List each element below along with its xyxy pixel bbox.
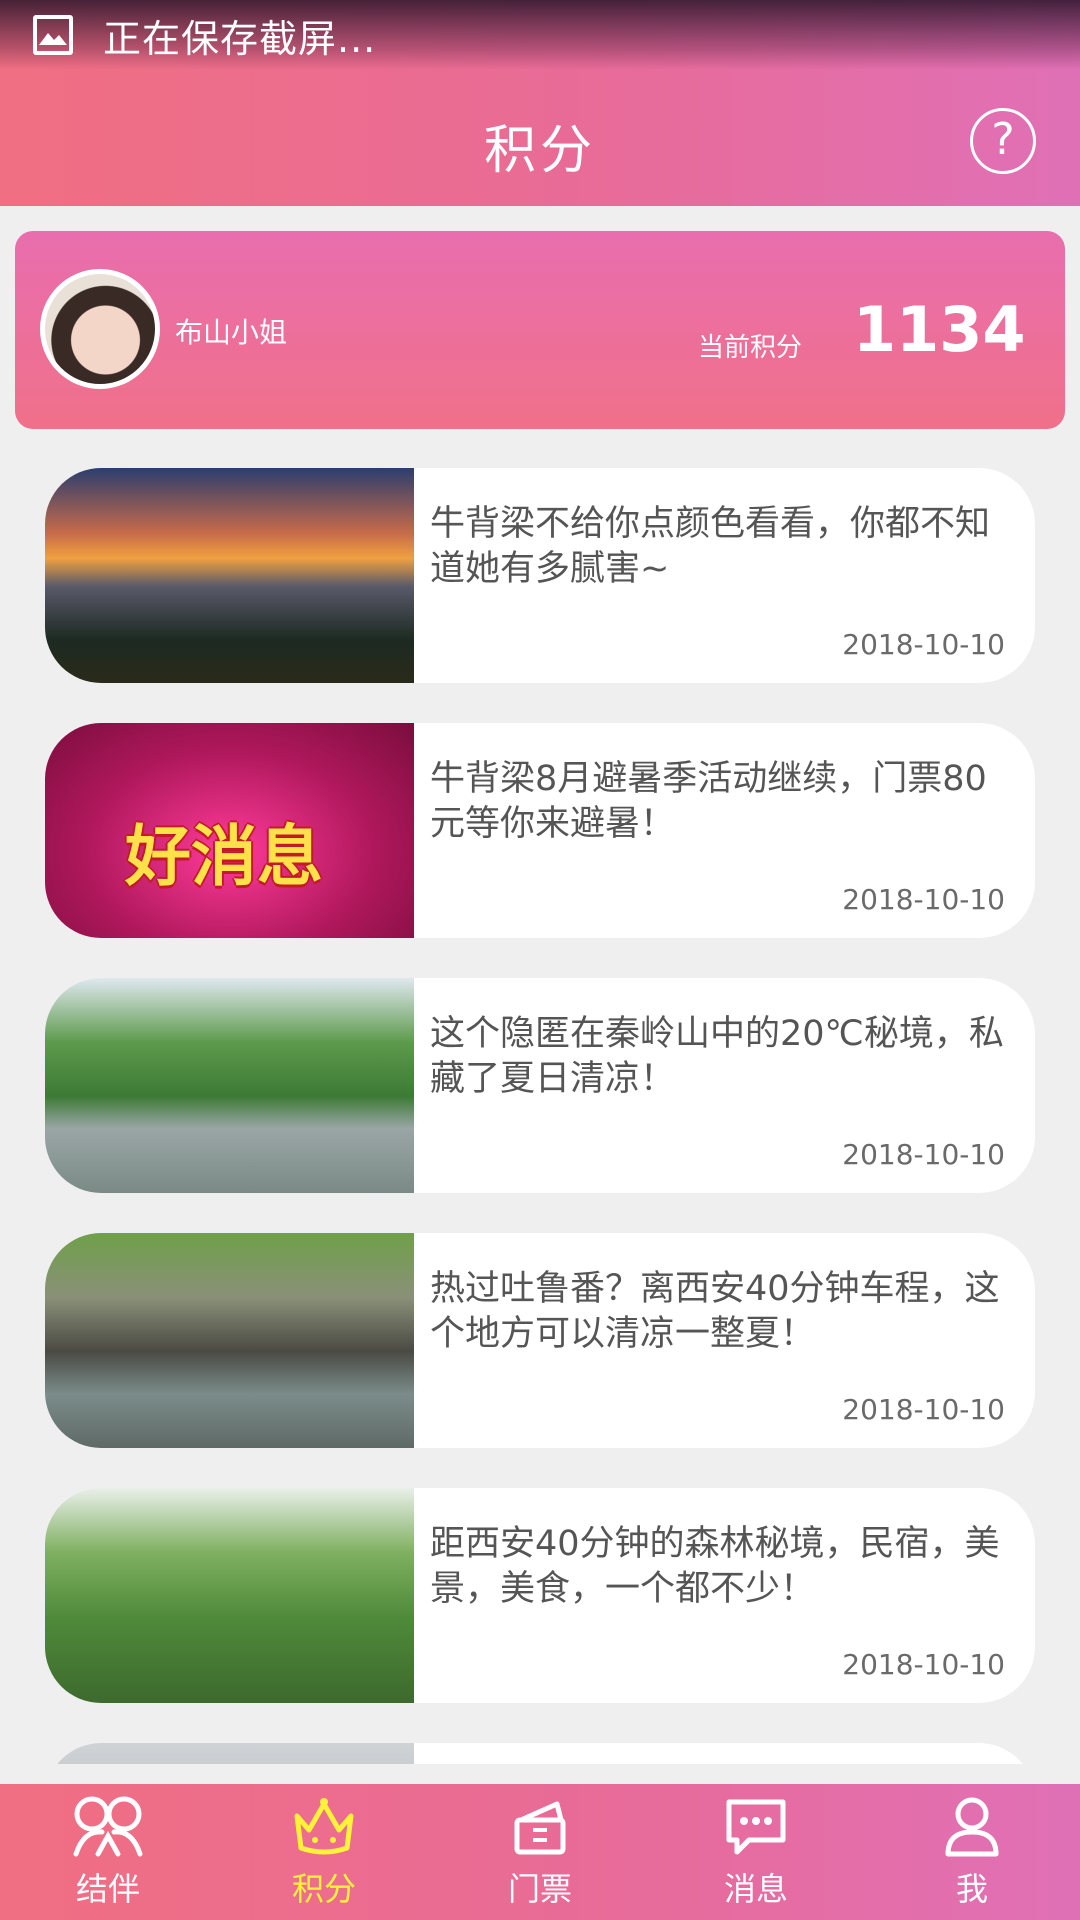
article-thumbnail: 好消息 (45, 723, 414, 938)
profile-card: 布山小姐 当前积分 1134 (15, 231, 1065, 429)
article-card[interactable]: 牛背梁不给你点颜色看看，你都不知道她有多腻害~ 2018-10-10 (45, 468, 1035, 683)
app-header: 正在保存截屏... 积分 ? (0, 0, 1080, 206)
nav-label: 门票 (507, 1870, 572, 1908)
nav-item-points[interactable]: 积分 (216, 1784, 432, 1920)
crown-icon (294, 1798, 354, 1855)
points-value: 1134 (853, 293, 1026, 366)
nav-label: 消息 (723, 1870, 788, 1908)
article-card[interactable]: 这个隐匿在秦岭山中的20℃秘境，私藏了夏日清凉！ 2018-10-10 (45, 978, 1035, 1193)
article-date: 2018-10-10 (842, 1393, 1005, 1426)
message-icon (726, 1799, 786, 1855)
article-title: 牛背梁不给你点颜色看看，你都不知道她有多腻害~ (430, 504, 991, 589)
nav-item-tickets[interactable]: 门票 (432, 1784, 648, 1920)
article-card[interactable]: 热过吐鲁番？离西安40分钟车程，这个地方可以清凉一整夏！ 2018-10-10 (45, 1233, 1035, 1448)
article-list[interactable]: 牛背梁不给你点颜色看看，你都不知道她有多腻害~ 2018-10-10 好消息 牛… (45, 468, 1035, 1764)
article-thumbnail (45, 1488, 414, 1703)
companions-icon (73, 1796, 143, 1857)
username: 布山小姐 (175, 316, 288, 349)
article-title: 牛背梁8月避暑季活动继续，门票80元等你来避暑！ (430, 759, 987, 844)
nav-item-me[interactable]: 我 (864, 1784, 1080, 1920)
points-label: 当前积分 (698, 333, 803, 363)
article-date: 2018-10-10 (842, 628, 1005, 661)
article-thumbnail (45, 978, 414, 1193)
article-title: 这个隐匿在秦岭山中的20℃秘境，私藏了夏日清凉！ (430, 1014, 1004, 1099)
article-card[interactable] (45, 1743, 1035, 1764)
article-date: 2018-10-10 (842, 1138, 1005, 1171)
page-title: 积分 (483, 121, 596, 181)
article-title: 距西安40分钟的森林秘境，民宿，美景，美食，一个都不少！ (430, 1524, 1000, 1609)
article-thumbnail (45, 468, 414, 683)
article-date: 2018-10-10 (842, 1648, 1005, 1681)
status-bar: 正在保存截屏... (0, 0, 1080, 70)
article-card[interactable]: 好消息 牛背梁8月避暑季活动继续，门票80元等你来避暑！ 2018-10-10 (45, 723, 1035, 938)
bottom-nav: 结伴 积分 门票 消息 我 (0, 1784, 1080, 1920)
article-title: 热过吐鲁番？离西安40分钟车程，这个地方可以清凉一整夏！ (430, 1269, 1000, 1354)
screenshot-icon (33, 15, 73, 55)
thumbnail-caption: 好消息 (125, 817, 323, 895)
article-date: 2018-10-10 (842, 883, 1005, 916)
user-icon (945, 1797, 999, 1857)
ticket-icon (514, 1801, 566, 1855)
article-thumbnail (45, 1743, 414, 1764)
nav-item-messages[interactable]: 消息 (648, 1784, 864, 1920)
status-text: 正在保存截屏... (103, 16, 377, 61)
help-icon[interactable]: ? (970, 108, 1036, 174)
nav-label: 积分 (291, 1870, 356, 1908)
avatar[interactable] (40, 269, 160, 389)
nav-item-companions[interactable]: 结伴 (0, 1784, 216, 1920)
nav-label: 我 (955, 1870, 988, 1908)
nav-label: 结伴 (75, 1870, 140, 1908)
article-card[interactable]: 距西安40分钟的森林秘境，民宿，美景，美食，一个都不少！ 2018-10-10 (45, 1488, 1035, 1703)
article-thumbnail (45, 1233, 414, 1448)
